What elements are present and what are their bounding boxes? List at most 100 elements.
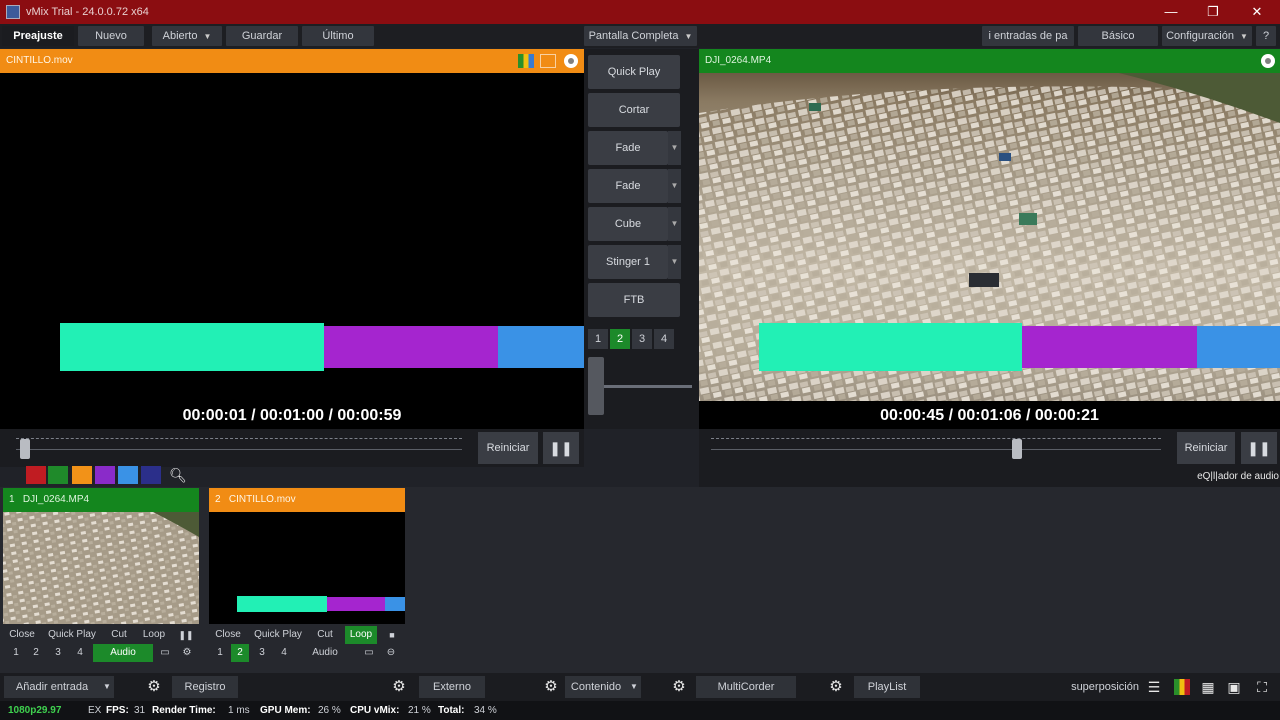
last-button[interactable]: Último [302, 26, 374, 46]
input-1-close-button[interactable]: Close [5, 626, 39, 644]
grid-icon[interactable]: ▦ [1198, 677, 1218, 697]
gear-icon[interactable]: ⚙ [826, 677, 846, 697]
quick-play-button[interactable]: Quick Play [588, 55, 680, 89]
input-1-page-1[interactable]: 1 [7, 644, 25, 662]
chevron-down-icon[interactable]: ▼ [627, 676, 641, 698]
gear-icon[interactable] [564, 54, 578, 68]
chevron-down-icon[interactable]: ▼ [100, 676, 114, 698]
transition-1-button[interactable]: Fade [588, 131, 668, 165]
color-tag-navy[interactable] [141, 466, 161, 484]
input-1-loop-button[interactable]: Loop [139, 626, 169, 644]
gear-icon[interactable]: ⚙ [179, 644, 195, 662]
color-tag-red[interactable] [26, 466, 46, 484]
input-1-cut-button[interactable]: Cut [107, 626, 131, 644]
video-format[interactable]: 1080p29.97 [8, 701, 61, 720]
gear-icon[interactable]: ⚙ [389, 677, 409, 697]
input-2-header[interactable]: 2 CINTILLO.mov [209, 488, 405, 512]
input-2-page-1[interactable]: 1 [211, 644, 229, 662]
chevron-down-icon[interactable]: ▼ [668, 169, 681, 203]
input-2-loop-button[interactable]: Loop [345, 626, 377, 644]
input-1-thumbnail[interactable] [3, 512, 199, 624]
add-input-button[interactable]: Añadir entrada [4, 676, 100, 698]
menu-icon[interactable]: ☰ [1144, 677, 1164, 697]
input-2-quickplay-button[interactable]: Quick Play [251, 626, 305, 644]
pip-icon[interactable] [540, 54, 556, 68]
audio-meter-icon[interactable] [1174, 679, 1190, 695]
presets-tab[interactable]: Preajuste [2, 26, 74, 46]
external-button[interactable]: Externo [419, 676, 485, 698]
preview-seek-track[interactable] [16, 449, 462, 450]
fullscreen-label: Pantalla Completa [588, 30, 679, 42]
input-1-header[interactable]: 1 DJI_0264.MP4 [3, 488, 199, 512]
mute-icon[interactable]: ⊖ [383, 644, 399, 662]
input-2-page-2[interactable]: 2 [231, 644, 249, 662]
chevron-down-icon[interactable]: ▼ [668, 131, 681, 165]
ftb-button[interactable]: FTB [588, 283, 680, 317]
color-tag-purple[interactable] [95, 466, 115, 484]
transition-2-button[interactable]: Fade [588, 169, 668, 203]
color-tag-blue[interactable] [118, 466, 138, 484]
chevron-down-icon[interactable]: ▼ [668, 245, 681, 279]
basic-button[interactable]: Básico [1078, 26, 1158, 46]
gear-icon[interactable] [1261, 54, 1275, 68]
output-pause-button[interactable]: ❚❚ [1241, 432, 1277, 464]
content-button[interactable]: Contenido [565, 676, 627, 698]
input-2-close-button[interactable]: Close [211, 626, 245, 644]
gear-icon[interactable]: ⚙ [541, 677, 561, 697]
playlist-button[interactable]: PlayList [854, 676, 920, 698]
transition-number-4[interactable]: 4 [654, 329, 674, 349]
t-bar-handle[interactable] [588, 357, 604, 415]
preview-restart-button[interactable]: Reiniciar [478, 432, 538, 464]
audio-mixer-link[interactable]: eQ|l|ador de audio [1179, 471, 1279, 482]
minimize-icon[interactable]: — [1156, 2, 1186, 22]
cut-button[interactable]: Cortar [588, 93, 680, 127]
input-2-thumbnail[interactable] [209, 512, 405, 624]
transition-number-1[interactable]: 1 [588, 329, 608, 349]
input-1-page-3[interactable]: 3 [49, 644, 67, 662]
output-seek-track[interactable] [711, 449, 1161, 450]
input-tile-2[interactable]: 2 CINTILLO.mov Close Quick Play Cut Loop… [209, 488, 405, 662]
output-restart-button[interactable]: Reiniciar [1177, 432, 1235, 464]
input-1-quickplay-button[interactable]: Quick Play [45, 626, 99, 644]
output-seek-handle[interactable] [1012, 439, 1022, 459]
search-icon[interactable]: 🔍︎ [168, 465, 188, 485]
color-tag-orange[interactable] [72, 466, 92, 484]
transition-number-2[interactable]: 2 [610, 329, 630, 349]
settings-button[interactable]: Configuración ▼ [1162, 26, 1252, 46]
save-button[interactable]: Guardar [226, 26, 298, 46]
open-button[interactable]: Abierto ▼ [152, 26, 222, 46]
transition-number-3[interactable]: 3 [632, 329, 652, 349]
chevron-down-icon[interactable]: ▼ [668, 207, 681, 241]
screen-icon[interactable]: ▣ [1224, 677, 1244, 697]
new-button[interactable]: Nuevo [78, 26, 144, 46]
input-1-page-4[interactable]: 4 [71, 644, 89, 662]
overlay-label[interactable]: superposición [1070, 676, 1140, 698]
input-2-cut-button[interactable]: Cut [313, 626, 337, 644]
transition-3-button[interactable]: Cube [588, 207, 668, 241]
input-2-audio-button[interactable]: Audio [305, 644, 345, 662]
fullscreen-icon[interactable]: ⛶ [1252, 677, 1272, 697]
color-tag-green[interactable] [48, 466, 68, 484]
multicorder-button[interactable]: MultiCorder [696, 676, 796, 698]
input-2-stop-icon[interactable]: ■ [383, 626, 401, 644]
input-2-page-3[interactable]: 3 [253, 644, 271, 662]
input-1-pause-icon[interactable]: ❚❚ [177, 626, 195, 644]
maximize-icon[interactable]: ❐ [1198, 2, 1228, 22]
monitor-icon[interactable]: ▭ [361, 644, 377, 662]
transition-4-button[interactable]: Stinger 1 [588, 245, 668, 279]
help-button[interactable]: ? [1256, 26, 1276, 46]
close-icon[interactable]: ✕ [1242, 2, 1272, 22]
input-1-audio-button[interactable]: Audio [93, 644, 153, 662]
preview-pause-button[interactable]: ❚❚ [543, 432, 579, 464]
inputs-per-page-button[interactable]: i entradas de pa [982, 26, 1074, 46]
preview-seek-handle[interactable] [19, 439, 30, 459]
fullscreen-button[interactable]: Pantalla Completa ▼ [584, 26, 697, 46]
gear-icon[interactable]: ⚙ [669, 677, 689, 697]
input-1-page-2[interactable]: 2 [27, 644, 45, 662]
gear-icon[interactable]: ⚙ [144, 677, 164, 697]
monitor-icon[interactable]: ▭ [157, 644, 173, 662]
input-tile-1[interactable]: 1 DJI_0264.MP4 Close Quick Play Cut Loop… [3, 488, 199, 662]
records-button[interactable]: Registro [172, 676, 238, 698]
input-2-page-4[interactable]: 4 [275, 644, 293, 662]
color-bars-icon[interactable] [518, 54, 534, 68]
